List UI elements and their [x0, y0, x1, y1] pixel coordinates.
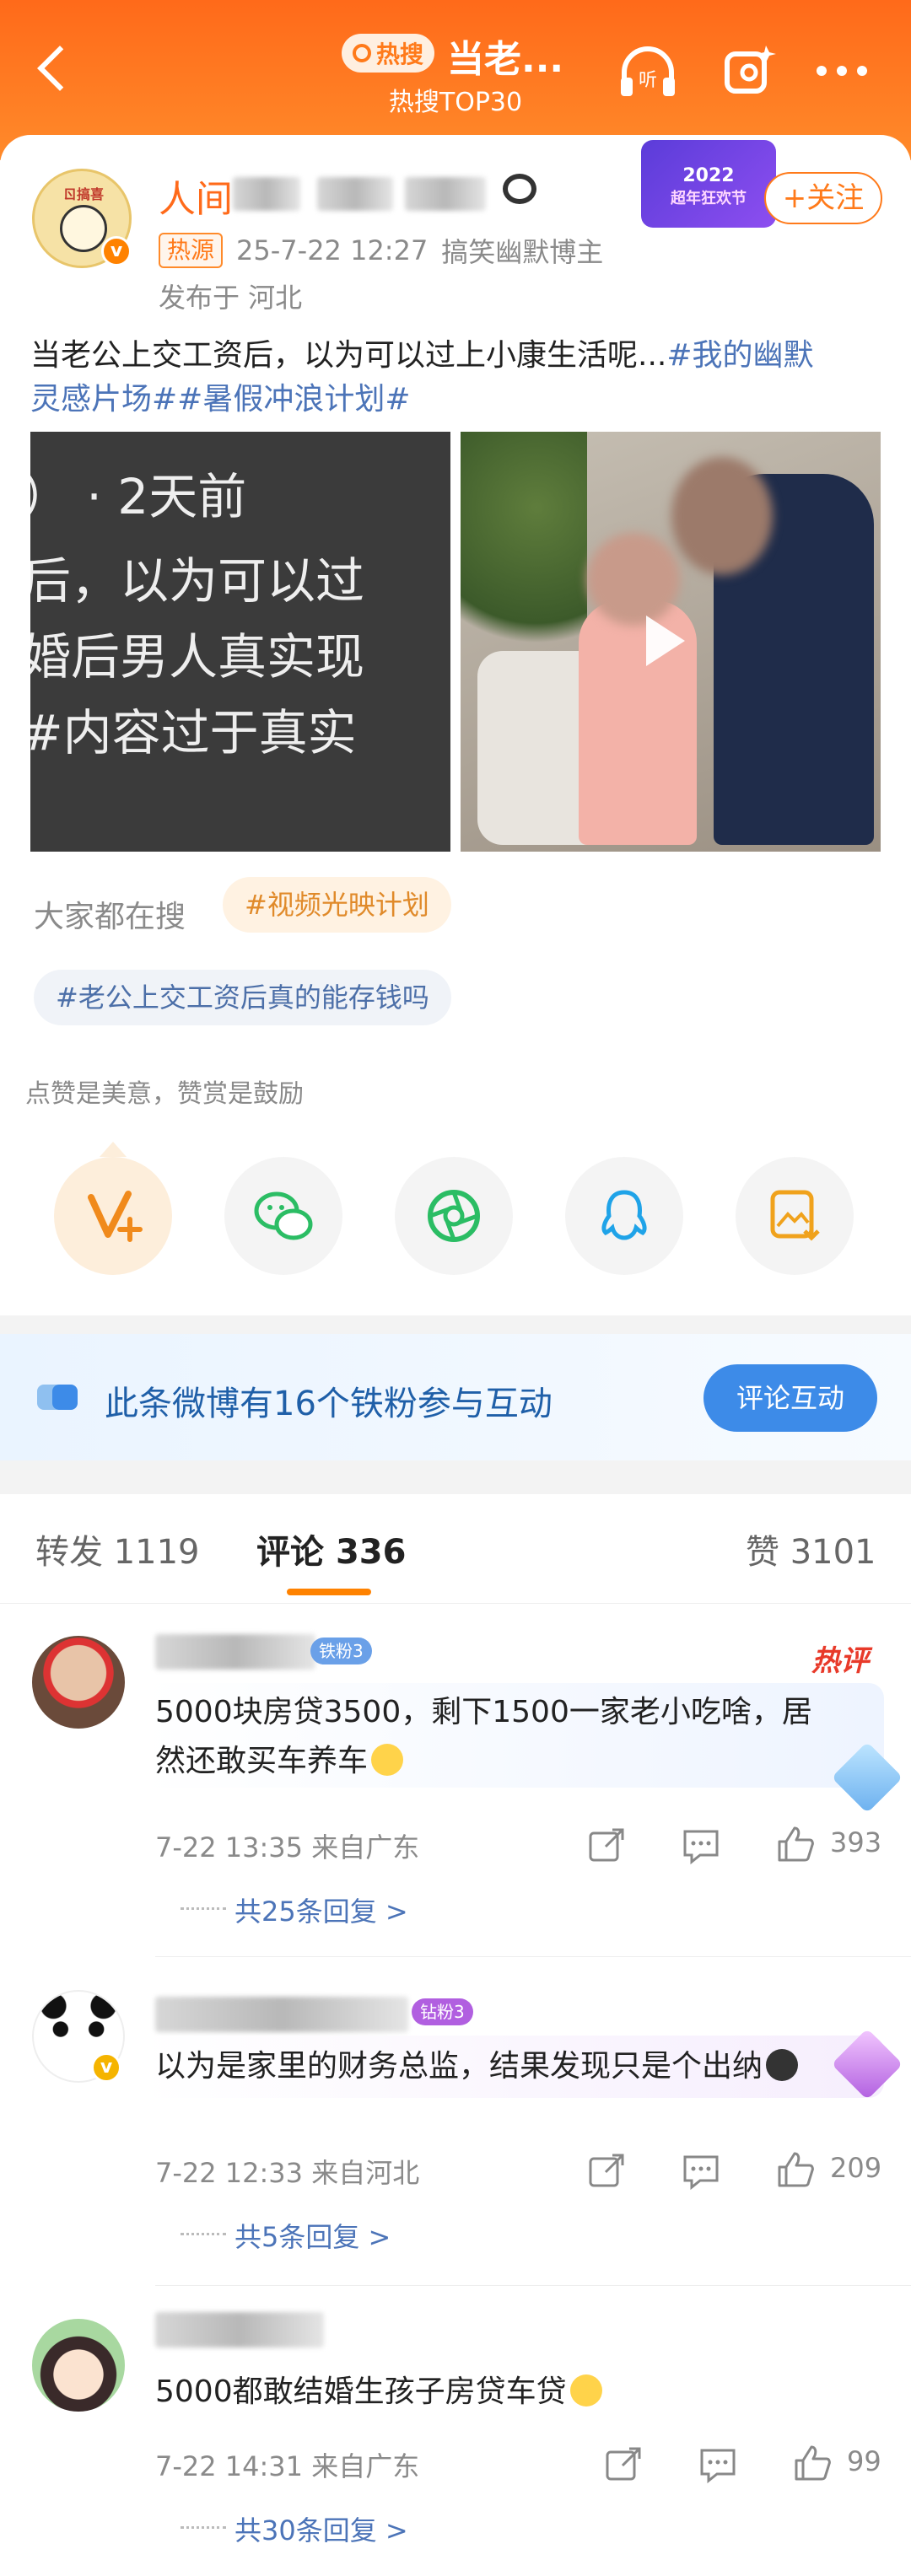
share-icon[interactable] — [602, 2444, 644, 2486]
qq-icon[interactable] — [565, 1157, 683, 1275]
comment-item: v 钻粉3 以为是家里的财务总监，结果发现只是个出纳 7-22 12:33 来自… — [0, 1958, 911, 2287]
search-share-icon[interactable] — [717, 39, 784, 106]
like-count: 393 — [830, 1826, 882, 1858]
smirk-emoji-icon — [569, 2374, 602, 2407]
follow-button[interactable]: +关注 — [764, 172, 882, 224]
view-replies-link[interactable]: 共30条回复 > — [181, 2509, 408, 2548]
blurred-name — [233, 177, 300, 211]
reply-icon[interactable] — [680, 2150, 722, 2192]
post-tabs: 转发 1119 评论 336 赞 3101 — [0, 1494, 911, 1604]
page-title[interactable]: 当老... — [447, 29, 563, 83]
reply-icon[interactable] — [680, 1825, 722, 1867]
tab-likes[interactable]: 赞 3101 — [746, 1525, 876, 1573]
fan-level-badge: 铁粉3 — [310, 1638, 372, 1664]
comment-item: 5000都敢结婚生孩子房贷车贷 7-22 14:31 来自广东 99 共30条回… — [0, 2287, 911, 2576]
promo-banner[interactable]: 2022 超年狂欢节 — [641, 140, 776, 228]
panda-emoji-icon — [503, 174, 536, 204]
active-tab-indicator — [287, 1589, 371, 1595]
tab-repost[interactable]: 转发 1119 — [35, 1525, 200, 1573]
post-location: 发布于 河北 — [159, 282, 303, 314]
commenter-avatar[interactable] — [32, 1636, 125, 1729]
post-card: ㄖ搞喜 v 人间 2022 超年狂欢节 +关注 热源 25-7-22 12:27… — [0, 135, 911, 1315]
comment-meta: 7-22 13:35 来自广东 — [155, 1831, 420, 1863]
source-badge: 热源 — [159, 233, 224, 268]
comment-text: 以为是家里的财务总监，结果发现只是个出纳 — [155, 2042, 799, 2091]
fans-banner-text: 此条微博有16个铁粉参与互动 — [105, 1385, 553, 1423]
like-count: 99 — [847, 2445, 881, 2477]
comment-text: 5000都敢结婚生孩子房贷车贷 — [155, 2368, 602, 2417]
post-image-screenshot[interactable]: ） · 2天前 后，以为可以过 婚后男人真实现 #内容过于真实 — [30, 432, 450, 852]
blurred-name — [317, 177, 393, 211]
grin-sweat-emoji-icon — [371, 1744, 404, 1776]
like-icon[interactable] — [774, 2148, 817, 2191]
fans-icon — [37, 1385, 81, 1410]
divider — [0, 1315, 911, 1334]
commenter-name[interactable] — [155, 1634, 315, 1670]
hashtag-link[interactable]: #我的幽默 — [666, 338, 813, 373]
hot-comment-tag: 热评 — [811, 1644, 869, 1678]
author-name[interactable]: 人间 — [159, 169, 233, 223]
search-icon — [352, 44, 371, 62]
like-icon[interactable] — [774, 1823, 817, 1865]
commenter-name[interactable] — [155, 1997, 408, 2032]
play-icon[interactable] — [646, 616, 685, 666]
view-replies-link[interactable]: 共5条回复 > — [180, 2216, 391, 2255]
view-replies-link[interactable]: 共25条回复 > — [181, 1890, 408, 1929]
comment-interact-button[interactable]: 评论互动 — [703, 1364, 877, 1432]
hashtag-link[interactable]: 灵感片场##暑假冲浪计划# — [30, 382, 411, 417]
author-category: 搞笑幽默博主 — [441, 236, 604, 268]
share-icon[interactable] — [585, 1825, 628, 1867]
tab-comments[interactable]: 评论 336 — [256, 1525, 406, 1573]
wechat-icon[interactable] — [224, 1157, 342, 1275]
like-count: 209 — [830, 2152, 882, 2184]
post-body: 当老公上交工资后，以为可以过上小康生活呢...#我的幽默 灵感片场##暑假冲浪计… — [30, 338, 814, 417]
search-tag[interactable]: #老公上交工资后真的能存钱吗 — [34, 970, 451, 1025]
comment-meta: 7-22 14:31 来自广东 — [155, 2450, 420, 2482]
commenter-name[interactable] — [155, 2312, 324, 2347]
fans-banner: 此条微博有16个铁粉参与互动 评论互动 — [0, 1334, 911, 1460]
trending-search-label: 大家都在搜 — [34, 900, 186, 934]
comment-meta: 7-22 12:33 来自河北 — [155, 2157, 420, 2189]
reply-icon[interactable] — [697, 2444, 739, 2486]
comment-item: 铁粉3 热评 5000块房贷3500，剩下1500一家老小吃啥，居 然还敢买车养… — [0, 1604, 911, 1958]
post-time: 25-7-22 12:27 — [236, 234, 429, 266]
v-plus-icon[interactable] — [54, 1157, 172, 1275]
headphones-icon[interactable]: 听 — [614, 39, 682, 106]
search-tag[interactable]: #视频光映计划 — [223, 877, 451, 933]
blurred-name — [405, 177, 486, 211]
weibo-post-page: 热搜 当老... 热搜TOP30 听 ㄖ搞喜 v 人间 2022 超年狂欢节 +… — [0, 0, 911, 2576]
verified-badge: v — [101, 236, 132, 266]
svg-text:听: 听 — [639, 70, 657, 91]
verified-badge: v — [91, 2052, 121, 2083]
more-icon[interactable] — [817, 66, 867, 76]
tooltip-pointer — [100, 1142, 127, 1157]
reward-label: 点赞是美意，赞赏是鼓励 — [25, 1079, 304, 1109]
post-meta: 热源 25-7-22 12:27 搞笑幽默博主 — [159, 231, 603, 270]
commenter-avatar[interactable] — [32, 2319, 125, 2412]
divider — [0, 1460, 911, 1494]
sunglasses-emoji-icon — [766, 2049, 799, 2081]
moments-icon[interactable] — [395, 1157, 513, 1275]
hot-search-badge: 热搜 — [342, 34, 434, 73]
save-image-icon[interactable] — [736, 1157, 854, 1275]
fan-level-badge: 钻粉3 — [412, 1998, 473, 2025]
like-icon[interactable] — [791, 2442, 833, 2484]
share-icon[interactable] — [585, 2150, 628, 2192]
post-video-thumbnail[interactable] — [461, 432, 881, 852]
comment-text: 5000块房贷3500，剩下1500一家老小吃啥，居 然还敢买车养车 — [155, 1695, 812, 1778]
